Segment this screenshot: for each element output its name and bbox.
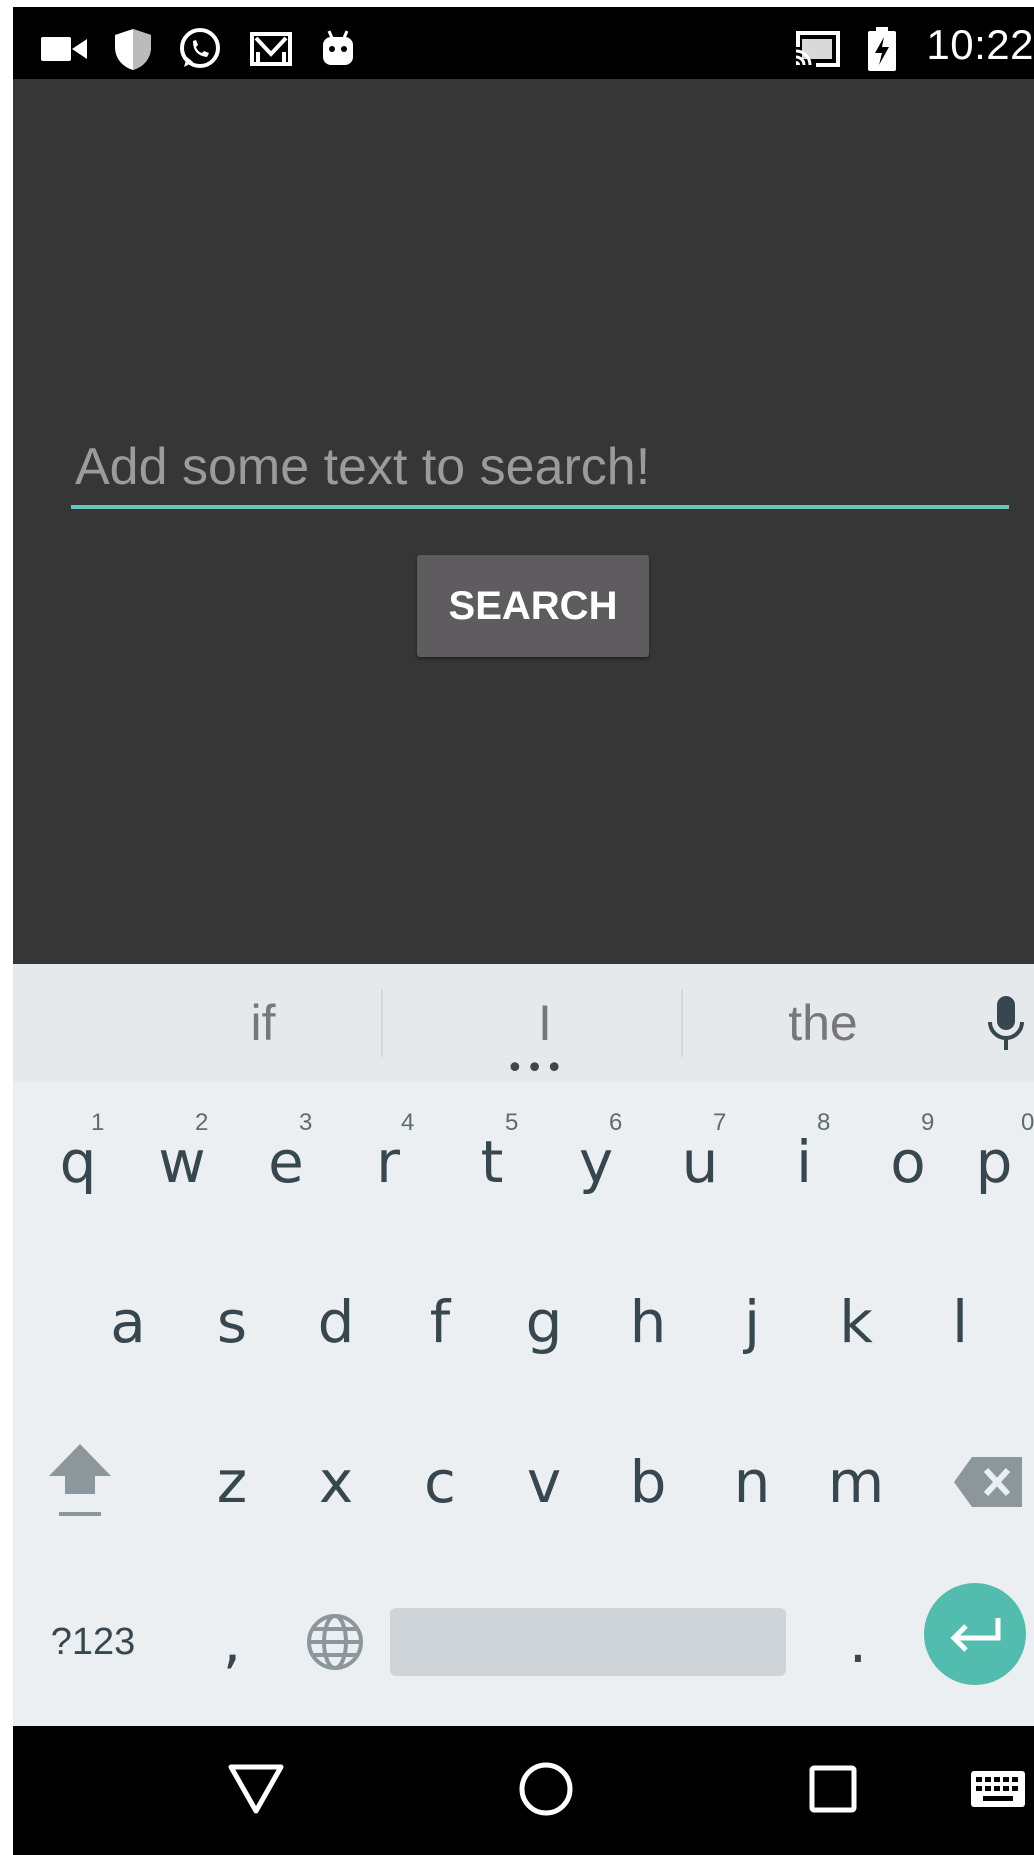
key-t[interactable]: t: [447, 1112, 537, 1212]
key-o[interactable]: o: [863, 1112, 953, 1212]
key-p[interactable]: p: [957, 1112, 1031, 1212]
key-hint: 5: [505, 1109, 519, 1136]
key-hint: 4: [401, 1109, 415, 1136]
key-m[interactable]: m: [811, 1432, 901, 1532]
suggestion-the[interactable]: the: [703, 964, 943, 1082]
key-r[interactable]: r: [343, 1112, 433, 1212]
key-i[interactable]: i: [759, 1112, 849, 1212]
period-key[interactable]: .: [813, 1592, 903, 1692]
gmail-icon: [249, 27, 293, 71]
key-hint: 2: [195, 1109, 209, 1136]
space-key[interactable]: [390, 1608, 786, 1676]
keyboard-icon[interactable]: [963, 1744, 1033, 1834]
enter-arrow-icon: [950, 1618, 1001, 1652]
key-hint: 7: [713, 1109, 727, 1136]
key-h[interactable]: h: [603, 1272, 693, 1372]
home-icon[interactable]: [501, 1744, 591, 1834]
key-hint: 1: [91, 1109, 105, 1136]
key-c[interactable]: c: [395, 1432, 485, 1532]
android-icon: [319, 27, 357, 71]
suggestion-divider: [381, 989, 383, 1057]
key-hint: 0: [1021, 1109, 1034, 1136]
key-g[interactable]: g: [499, 1272, 589, 1372]
soft-keyboard: if I the ••• q 1 w 2 e 3 r 4 t 5 y 6 u 7…: [13, 964, 1034, 1726]
shift-key[interactable]: [35, 1432, 125, 1532]
search-input[interactable]: [71, 429, 1009, 509]
video-camera-icon: [41, 27, 87, 71]
suggestion-strip: if I the •••: [13, 964, 1034, 1084]
key-hint: 8: [817, 1109, 831, 1136]
back-icon[interactable]: [211, 1744, 301, 1834]
comma-key[interactable]: ,: [187, 1592, 277, 1692]
suggestion-divider: [681, 989, 683, 1057]
key-b[interactable]: b: [603, 1432, 693, 1532]
key-w[interactable]: w: [137, 1112, 227, 1212]
key-x[interactable]: x: [291, 1432, 381, 1532]
key-d[interactable]: d: [291, 1272, 381, 1372]
key-v[interactable]: v: [499, 1432, 589, 1532]
key-q[interactable]: q: [33, 1112, 123, 1212]
key-u[interactable]: u: [655, 1112, 745, 1212]
key-hint: 6: [609, 1109, 623, 1136]
key-s[interactable]: s: [187, 1272, 277, 1372]
status-time: 10:22: [926, 21, 1034, 68]
globe-icon[interactable]: [287, 1592, 383, 1692]
key-e[interactable]: e: [241, 1112, 331, 1212]
key-l[interactable]: l: [915, 1272, 1005, 1372]
suggestion-if[interactable]: if: [143, 964, 383, 1082]
key-hint: 9: [921, 1109, 935, 1136]
recents-icon[interactable]: [788, 1744, 878, 1834]
search-button[interactable]: SEARCH: [417, 555, 649, 657]
navigation-bar: [13, 1726, 1034, 1855]
key-n[interactable]: n: [707, 1432, 797, 1532]
key-f[interactable]: f: [395, 1272, 485, 1372]
battery-charging-icon: [867, 27, 897, 71]
key-y[interactable]: y: [551, 1112, 641, 1212]
more-suggestions-icon[interactable]: •••: [506, 1054, 565, 1084]
key-j[interactable]: j: [707, 1272, 797, 1372]
key-hint: 3: [299, 1109, 313, 1136]
status-bar: 10:22: [13, 7, 1034, 79]
app-content: SEARCH: [13, 79, 1034, 964]
enter-key[interactable]: [924, 1583, 1026, 1685]
cast-icon: [793, 27, 841, 71]
microphone-icon[interactable]: [981, 984, 1031, 1064]
key-a[interactable]: a: [83, 1272, 173, 1372]
backspace-key[interactable]: [943, 1432, 1033, 1532]
key-k[interactable]: k: [811, 1272, 901, 1372]
whatsapp-icon: [177, 27, 223, 71]
key-z[interactable]: z: [187, 1432, 277, 1532]
shield-icon: [111, 27, 155, 71]
symbols-key[interactable]: ?123: [33, 1592, 153, 1692]
phone-screen: 10:22 SEARCH if I the ••• q 1 w 2 e 3 r …: [13, 7, 1034, 1855]
